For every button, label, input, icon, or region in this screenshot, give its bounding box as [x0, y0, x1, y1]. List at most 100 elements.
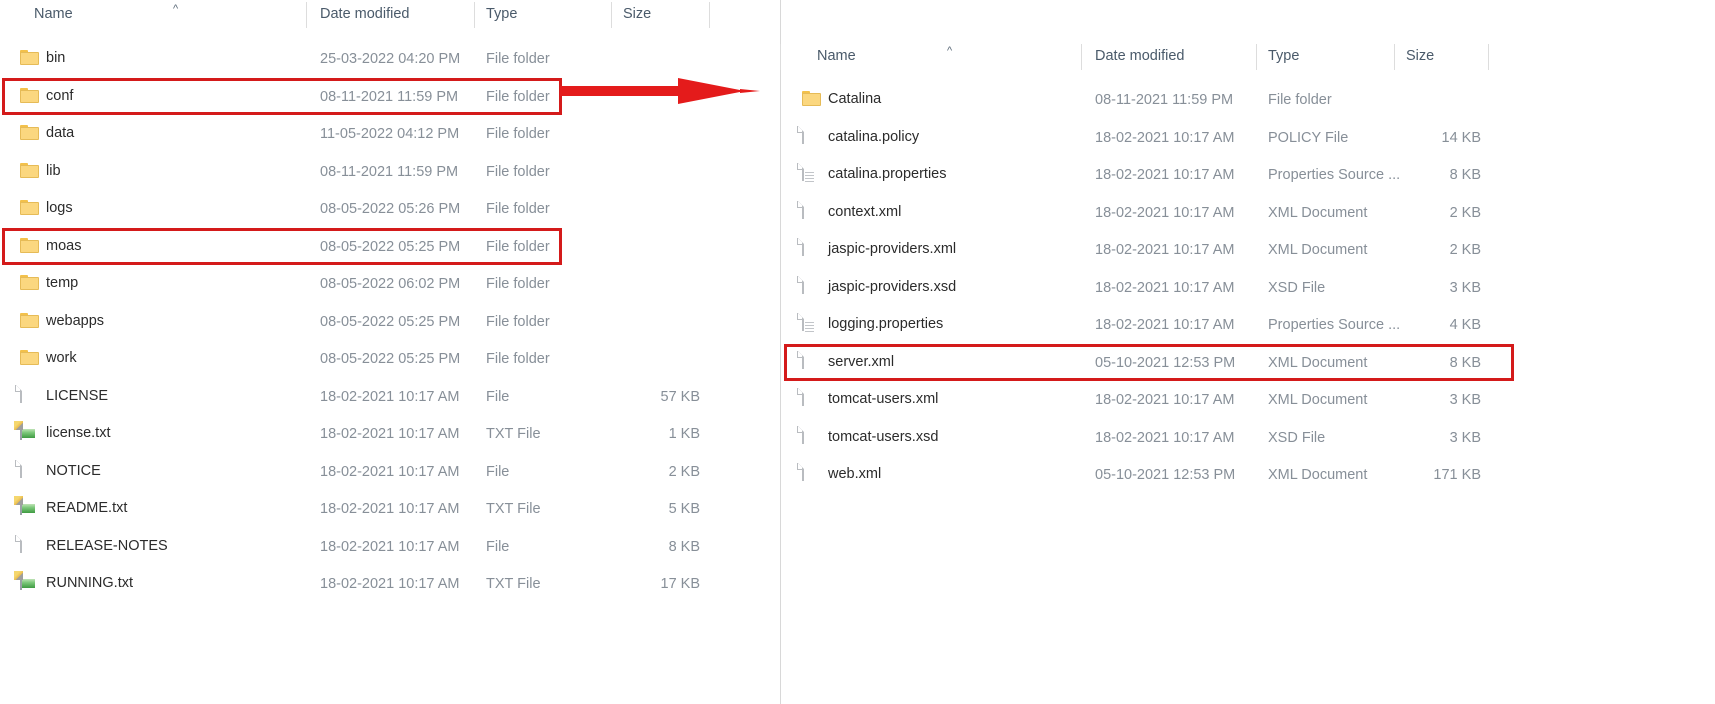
file-icon — [802, 200, 821, 220]
file-name-cell: temp — [46, 275, 79, 291]
table-row[interactable]: jaspic-providers.xml 18-02-2021 10:17 AM X… — [781, 231, 1715, 269]
column-header-type[interactable]: Type — [486, 6, 517, 22]
table-row[interactable]: Catalina 08-11-2021 11:59 PM File folder — [781, 81, 1715, 119]
type-cell: File — [486, 538, 510, 555]
header-separator[interactable] — [306, 2, 307, 28]
date-modified-cell: 18-02-2021 10:17 AM — [1095, 204, 1235, 221]
table-row[interactable]: logs 08-05-2022 05:26 PM File folder — [0, 190, 780, 228]
table-row[interactable]: conf 08-11-2021 11:59 PM File folder — [0, 78, 780, 116]
file-name-cell: webapps — [46, 312, 105, 329]
header-separator[interactable] — [709, 2, 710, 28]
folder-icon — [20, 162, 39, 179]
table-row[interactable]: server.xml 05-10-2021 12:53 PM XML Documen… — [781, 344, 1715, 382]
table-row[interactable]: catalina.properties 18-02-2021 10:17 AM Pr… — [781, 156, 1715, 194]
file-name-cell: tomcat-users.xml — [828, 391, 939, 407]
date-modified-cell: 18-02-2021 10:17 AM — [320, 576, 460, 592]
file-icon — [20, 384, 39, 404]
size-cell: 171 KB — [1433, 467, 1481, 483]
type-cell: TXT File — [486, 426, 541, 442]
table-row[interactable]: catalina.policy 18-02-2021 10:17 AM POLICY… — [781, 119, 1715, 157]
table-row[interactable]: data 11-05-2022 04:12 PM File folder — [0, 115, 780, 153]
properties-file-icon — [802, 313, 821, 332]
size-cell: 17 KB — [660, 576, 701, 592]
table-row[interactable]: LICENSE 18-02-2021 10:17 AM File 57 KB — [0, 378, 780, 416]
folder-icon — [20, 237, 39, 254]
date-modified-cell: 08-11-2021 11:59 PM — [320, 88, 459, 105]
table-row[interactable]: temp 08-05-2022 06:02 PM File folder — [0, 265, 780, 303]
type-cell: File folder — [486, 238, 550, 255]
table-row[interactable]: bin 25-03-2022 04:20 PM File folder — [0, 40, 780, 78]
txt-file-icon — [14, 571, 39, 591]
file-name-cell: logs — [46, 200, 73, 216]
table-row[interactable]: work 08-05-2022 05:25 PM File folder — [0, 340, 780, 378]
table-row[interactable]: RUNNING.txt 18-02-2021 10:17 AM TXT File 17… — [0, 565, 780, 603]
header-separator[interactable] — [1081, 44, 1082, 70]
date-modified-cell: 18-02-2021 10:17 AM — [1095, 279, 1235, 296]
properties-file-icon — [802, 163, 821, 182]
header-separator[interactable] — [1488, 44, 1489, 70]
table-row[interactable]: tomcat-users.xml 18-02-2021 10:17 AM XML D… — [781, 381, 1715, 419]
size-cell: 14 KB — [1441, 129, 1482, 146]
column-header-date-modified[interactable]: Date modified — [1095, 48, 1184, 64]
file-name-cell: jaspic-providers.xsd — [828, 278, 957, 295]
table-row[interactable]: README.txt 18-02-2021 10:17 AM TXT File 5 K… — [0, 490, 780, 528]
file-icon — [20, 459, 39, 479]
type-cell: File — [486, 388, 510, 405]
date-modified-cell: 08-05-2022 05:25 PM — [320, 351, 461, 367]
header-separator[interactable] — [1256, 44, 1257, 70]
date-modified-cell: 05-10-2021 12:53 PM — [1095, 467, 1236, 483]
column-header-date-modified[interactable]: Date modified — [320, 6, 409, 22]
table-row[interactable]: tomcat-users.xsd 18-02-2021 10:17 AM XSD F… — [781, 419, 1715, 457]
sort-ascending-caret-icon: ^ — [947, 45, 953, 57]
header-separator[interactable] — [611, 2, 612, 28]
date-modified-cell: 18-02-2021 10:17 AM — [320, 388, 460, 405]
file-name-cell: data — [46, 125, 75, 141]
file-name-cell: moas — [46, 237, 82, 254]
table-row[interactable]: moas 08-05-2022 05:25 PM File folder — [0, 228, 780, 266]
table-row[interactable]: license.txt 18-02-2021 10:17 AM TXT File 1 … — [0, 415, 780, 453]
header-separator[interactable] — [780, 44, 781, 70]
table-row[interactable]: jaspic-providers.xsd 18-02-2021 10:17 AM X… — [781, 269, 1715, 307]
file-name-cell: tomcat-users.xsd — [828, 428, 939, 445]
file-icon — [802, 125, 821, 145]
type-cell: File folder — [486, 201, 550, 217]
table-row[interactable]: web.xml 05-10-2021 12:53 PM XML Document 17… — [781, 456, 1715, 494]
table-row[interactable]: webapps 08-05-2022 05:25 PM File folder — [0, 303, 780, 341]
table-row[interactable]: NOTICE 18-02-2021 10:17 AM File 2 KB — [0, 453, 780, 491]
type-cell: XSD File — [1268, 429, 1326, 446]
column-header-size[interactable]: Size — [1406, 48, 1434, 64]
date-modified-cell: 18-02-2021 10:17 AM — [320, 463, 460, 480]
size-cell: 3 KB — [1449, 392, 1481, 408]
size-cell: 8 KB — [1449, 167, 1481, 183]
type-cell: XML Document — [1268, 354, 1368, 371]
column-header-name[interactable]: Name — [34, 6, 73, 22]
file-name-cell: catalina.policy — [828, 128, 920, 145]
type-cell: TXT File — [486, 501, 541, 517]
type-cell: File — [486, 463, 510, 480]
date-modified-cell: 18-02-2021 10:17 AM — [1095, 429, 1235, 446]
table-row[interactable]: RELEASE-NOTES 18-02-2021 10:17 AM File 8 KB — [0, 528, 780, 566]
size-cell: 2 KB — [1449, 242, 1481, 258]
column-header-size[interactable]: Size — [623, 6, 651, 22]
table-row[interactable]: lib 08-11-2021 11:59 PM File folder — [0, 153, 780, 191]
file-name-cell: LICENSE — [46, 387, 109, 404]
type-cell: File folder — [486, 276, 550, 292]
header-separator[interactable] — [1394, 44, 1395, 70]
right-column-header: Name ^ Date modified Type Size — [780, 42, 1715, 72]
column-header-type[interactable]: Type — [1268, 48, 1299, 64]
file-name-cell: logging.properties — [828, 316, 944, 332]
sort-ascending-caret-icon: ^ — [173, 3, 179, 15]
header-separator[interactable] — [474, 2, 475, 28]
table-row[interactable]: logging.properties 18-02-2021 10:17 AM Pro… — [781, 306, 1715, 344]
file-name-cell: catalina.properties — [828, 166, 947, 182]
column-header-name[interactable]: Name — [817, 48, 856, 64]
file-name-cell: license.txt — [46, 425, 111, 441]
folder-icon — [20, 349, 39, 366]
table-row[interactable]: context.xml 18-02-2021 10:17 AM XML Docume… — [781, 194, 1715, 232]
file-name-cell: server.xml — [828, 353, 895, 370]
folder-icon — [20, 87, 39, 104]
left-column-header: Name ^ Date modified Type Size — [0, 0, 780, 30]
file-name-cell: lib — [46, 162, 61, 179]
date-modified-cell: 08-05-2022 05:25 PM — [320, 238, 461, 255]
file-icon — [802, 350, 821, 370]
